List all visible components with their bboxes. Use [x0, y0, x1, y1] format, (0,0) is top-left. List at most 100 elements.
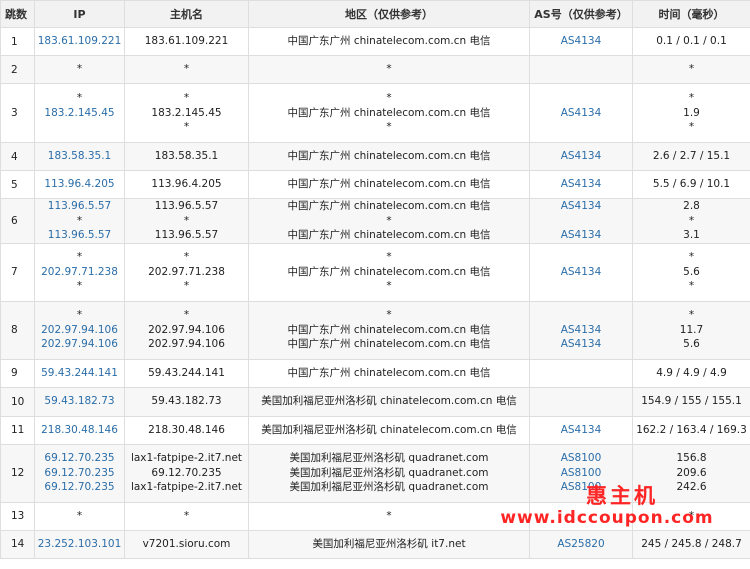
- ip-link[interactable]: 113.96.5.57: [37, 228, 122, 242]
- as-link[interactable]: AS4134: [532, 337, 630, 352]
- host-text: 69.12.70.235: [151, 466, 222, 479]
- traceroute-body: 1 183.61.109.221 183.61.109.221 中国广东广州 chin…: [0, 27, 750, 559]
- as-text: [532, 214, 630, 229]
- ip-link[interactable]: 59.43.182.73: [37, 394, 122, 409]
- location-text: *: [386, 309, 392, 322]
- host-cell: *: [124, 55, 249, 84]
- ip-cell: 69.12.70.235 69.12.70.235 69.12.70.235: [34, 443, 125, 503]
- host-cell: 183.58.35.1: [124, 142, 249, 171]
- as-link[interactable]: AS25820: [532, 537, 630, 552]
- table-row: 11 218.30.48.146 218.30.48.146 美国加利福尼亚州洛杉矶 …: [0, 415, 750, 445]
- ip-cell: 59.43.244.141: [34, 358, 125, 388]
- as-link[interactable]: AS4134: [532, 423, 630, 438]
- as-cell: AS4134: [529, 242, 633, 302]
- ip-link[interactable]: 69.12.70.235: [37, 466, 122, 481]
- hop-cell: 14: [0, 529, 35, 559]
- time-text: 11.7: [679, 323, 704, 336]
- host-text: *: [183, 309, 190, 322]
- ip-link[interactable]: 218.30.48.146: [37, 423, 122, 438]
- as-cell: AS8100 AS8100 AS8100: [529, 443, 633, 503]
- location-text: *: [386, 280, 392, 293]
- hop-cell: 4: [0, 142, 35, 171]
- ip-text: *: [76, 509, 83, 522]
- time-text: *: [688, 214, 695, 227]
- column-header-hop[interactable]: 跳数: [0, 0, 35, 28]
- location-text: 中国广东广州 chinatelecom.com.cn 电信: [287, 106, 491, 119]
- location-cell: 美国加利福尼亚州洛杉矶 chinatelecom.com.cn 电信: [248, 415, 530, 445]
- as-link[interactable]: AS4134: [532, 106, 630, 121]
- as-link[interactable]: AS8100: [532, 451, 630, 466]
- as-text: [532, 509, 630, 524]
- ip-cell: 183.61.109.221: [34, 27, 125, 56]
- ip-link[interactable]: 59.43.244.141: [37, 366, 122, 381]
- time-text: *: [688, 509, 695, 522]
- as-cell: AS4134 AS4134: [529, 198, 633, 244]
- location-text: *: [386, 121, 392, 134]
- host-text: lax1-fatpipe-2.it7.net: [130, 481, 243, 494]
- host-cell: 113.96.4.205: [124, 170, 249, 199]
- as-link[interactable]: AS4134: [532, 34, 630, 49]
- host-cell: 183.61.109.221: [124, 27, 249, 56]
- location-text: 中国广东广州 chinatelecom.com.cn 电信: [287, 150, 491, 163]
- table-row: 12 69.12.70.235 69.12.70.235 69.12.70.235 la…: [0, 443, 750, 503]
- host-text: 202.97.94.106: [148, 323, 225, 336]
- time-cell: 162.2 / 163.4 / 169.3: [632, 415, 750, 445]
- host-text: 59.43.182.73: [151, 395, 222, 408]
- ip-link[interactable]: 202.97.71.238: [37, 265, 122, 280]
- host-cell: v7201.sioru.com: [124, 529, 249, 559]
- ip-link[interactable]: 183.58.35.1: [37, 149, 122, 164]
- location-text: 美国加利福尼亚州洛杉矶 quadranet.com: [289, 466, 489, 479]
- as-link[interactable]: AS4134: [532, 323, 630, 338]
- as-link[interactable]: AS8100: [532, 480, 630, 495]
- ip-text: *: [76, 309, 83, 322]
- time-text: 242.6: [676, 481, 707, 494]
- ip-link[interactable]: 183.61.109.221: [37, 34, 122, 49]
- time-cell: * 11.7 5.6: [632, 300, 750, 360]
- time-text: *: [688, 63, 695, 76]
- host-text: 183.2.145.45: [151, 106, 222, 119]
- host-text: 113.96.4.205: [151, 178, 222, 191]
- time-text: *: [688, 92, 695, 105]
- as-link[interactable]: AS4134: [532, 149, 630, 164]
- ip-link[interactable]: 183.2.145.45: [37, 106, 122, 121]
- ip-cell: *: [34, 55, 125, 84]
- ip-link[interactable]: 69.12.70.235: [37, 480, 122, 495]
- as-text: [532, 250, 630, 265]
- host-cell: 59.43.182.73: [124, 386, 249, 417]
- host-text: 202.97.94.106: [148, 338, 225, 351]
- time-cell: 2.6 / 2.7 / 15.1: [632, 142, 750, 171]
- hop-cell: 3: [0, 83, 35, 143]
- ip-link[interactable]: 202.97.94.106: [37, 323, 122, 338]
- time-cell: *: [632, 501, 750, 531]
- location-cell: * 中国广东广州 chinatelecom.com.cn 电信 中国广东广州 chi…: [248, 300, 530, 360]
- as-cell: AS4134: [529, 170, 633, 199]
- host-cell: 113.96.5.57 * 113.96.5.57: [124, 198, 249, 244]
- ip-cell: *: [34, 501, 125, 531]
- hop-cell: 11: [0, 415, 35, 445]
- location-text: 中国广东广州 chinatelecom.com.cn 电信: [287, 323, 491, 336]
- as-link[interactable]: AS4134: [532, 228, 630, 242]
- as-text: [532, 366, 630, 381]
- column-header-time[interactable]: 时间（毫秒）: [632, 0, 750, 28]
- column-header-location[interactable]: 地区（仅供参考）: [248, 0, 530, 28]
- host-text: 113.96.5.57: [154, 229, 219, 241]
- as-link[interactable]: AS4134: [532, 265, 630, 280]
- ip-link[interactable]: 202.97.94.106: [37, 337, 122, 352]
- ip-link[interactable]: 69.12.70.235: [37, 451, 122, 466]
- ip-link[interactable]: 113.96.5.57: [37, 199, 122, 213]
- as-text: [532, 394, 630, 409]
- as-link[interactable]: AS8100: [532, 466, 630, 481]
- ip-link[interactable]: 23.252.103.101: [37, 537, 122, 552]
- table-row: 10 59.43.182.73 59.43.182.73 美国加利福尼亚州洛杉矶 ch…: [0, 386, 750, 417]
- ip-link[interactable]: 113.96.4.205: [37, 177, 122, 192]
- location-text: 中国广东广州 chinatelecom.com.cn 电信: [287, 265, 491, 278]
- ip-text: *: [76, 63, 83, 76]
- column-header-host[interactable]: 主机名: [124, 0, 249, 28]
- as-link[interactable]: AS4134: [532, 199, 630, 213]
- time-cell: 5.5 / 6.9 / 10.1: [632, 170, 750, 199]
- column-header-as[interactable]: AS号（仅供参考）: [529, 0, 633, 28]
- table-row: 6 113.96.5.57 * 113.96.5.57 113.96.5.57 * 113.…: [0, 198, 750, 244]
- as-link[interactable]: AS4134: [532, 177, 630, 192]
- column-header-ip[interactable]: IP: [34, 0, 125, 28]
- ip-cell: 113.96.5.57 * 113.96.5.57: [34, 198, 125, 244]
